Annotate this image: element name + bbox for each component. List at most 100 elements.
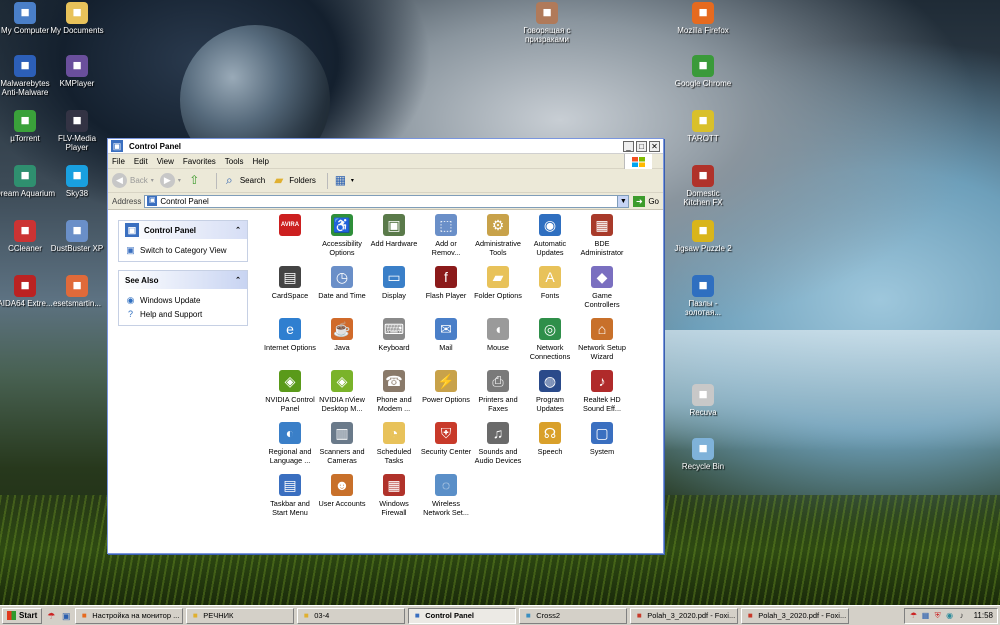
control-panel-item[interactable]: A Fonts [524, 266, 576, 300]
back-button[interactable]: ◀ Back ▾ [112, 173, 154, 188]
control-panel-item[interactable]: ◔ Scheduled Tasks [368, 422, 420, 465]
control-panel-item[interactable]: ◉ Automatic Updates [524, 214, 576, 257]
security-tray-icon[interactable]: ⛨ [933, 611, 943, 621]
search-button[interactable]: ⌕ Search [222, 173, 265, 188]
go-button[interactable]: ➜ Go [633, 195, 659, 207]
control-panel-item[interactable]: ▢ System [576, 422, 628, 456]
switch-view-link[interactable]: ▣ Switch to Category View [125, 243, 241, 257]
control-panel-item[interactable]: ◎ Network Connections [524, 318, 576, 361]
desktop-icon[interactable]: ■ esetsmartin... [46, 275, 108, 308]
control-panel-item[interactable]: ◍ Program Updates [524, 370, 576, 413]
close-button[interactable]: ✕ [649, 140, 660, 152]
address-field[interactable]: ▣ Control Panel ▼ [144, 194, 630, 208]
see-also-header[interactable]: See Also ⌃ [119, 271, 247, 289]
control-panel-item[interactable]: ✉ Mail [420, 318, 472, 352]
avira-tray-icon[interactable]: ☂ [909, 611, 919, 621]
control-panel-item[interactable]: ♫ Sounds and Audio Devices [472, 422, 524, 465]
desktop-icon[interactable]: ■ FLV-Media Player [46, 110, 108, 152]
control-panel-item[interactable]: ⚡ Power Options [420, 370, 472, 404]
control-panel-item[interactable]: ◌ Wireless Network Set... [420, 474, 472, 517]
control-panel-item[interactable]: ♿ Accessibility Options [316, 214, 368, 257]
desktop-icon[interactable]: ■ Mozilla Firefox [672, 2, 734, 35]
control-panel-item[interactable]: ◖ Mouse [472, 318, 524, 352]
desktop-icon[interactable]: ■ Jigsaw Puzzle 2 [672, 220, 734, 253]
desktop-icon[interactable]: ■ My Documents [46, 2, 108, 35]
desktop-icon[interactable]: ■ Говорящая с призраками [516, 2, 578, 44]
control-panel-item[interactable]: ▤ CardSpace [264, 266, 316, 300]
control-panel-item[interactable]: f Flash Player [420, 266, 472, 300]
control-panel-item[interactable]: ▭ Display [368, 266, 420, 300]
volume-tray-icon[interactable]: ♪ [957, 611, 967, 621]
control-panel-item[interactable]: ⛨ Security Center [420, 422, 472, 456]
control-panel-item[interactable]: ⚙ Administrative Tools [472, 214, 524, 257]
menu-help[interactable]: Help [252, 157, 268, 166]
control-panel-item[interactable]: ◐ Regional and Language ... [264, 422, 316, 465]
automatic-updates-icon: ◉ [539, 214, 561, 236]
control-panel-item[interactable]: ◈ NVIDIA nView Desktop M... [316, 370, 368, 413]
control-panel-item[interactable]: ▣ Add Hardware [368, 214, 420, 248]
control-panel-item[interactable]: ◈ NVIDIA Control Panel [264, 370, 316, 413]
menu-edit[interactable]: Edit [134, 157, 148, 166]
control-panel-item[interactable]: ⌨ Keyboard [368, 318, 420, 352]
taskbar-task[interactable]: ■ РЕЧНИК [186, 607, 295, 624]
taskbar-task[interactable]: ■ 03-4 [297, 607, 406, 624]
control-panel-item-label: User Accounts [318, 499, 366, 508]
control-panel-item[interactable]: ▦ BDE Administrator [576, 214, 628, 257]
window-titlebar[interactable]: ▣ Control Panel _ □ ✕ [108, 139, 663, 154]
taskbar-task[interactable]: ■ Control Panel [408, 607, 517, 624]
desktop-icon-label: FLV-Media Player [57, 134, 97, 152]
control-panel-item[interactable]: ♪ Realtek HD Sound Eff... [576, 370, 628, 413]
menu-view[interactable]: View [157, 157, 174, 166]
windows-update-link[interactable]: ◉ Windows Update [125, 293, 241, 307]
control-panel-item[interactable]: ☎ Phone and Modem ... [368, 370, 420, 413]
control-panel-section-header[interactable]: ▣ Control Panel ⌃ [119, 221, 247, 239]
taskbar-task[interactable]: ■ Polah_3_2020.pdf - Foxi... [630, 607, 739, 624]
taskbar-task-label: Cross2 [536, 611, 560, 620]
quicklaunch-avira-icon[interactable]: ☂ [45, 610, 57, 622]
up-folder-button[interactable]: ⇧ [187, 173, 205, 188]
desktop-icon[interactable]: ■ Recycle Bin [672, 438, 734, 471]
control-panel-item[interactable]: ☕ Java [316, 318, 368, 352]
control-panel-item[interactable]: ⬚ Add or Remov... [420, 214, 472, 257]
menu-favorites[interactable]: Favorites [183, 157, 216, 166]
taskbar-task[interactable]: ■ Cross2 [519, 607, 628, 624]
taskbar-task[interactable]: ■ Polah_3_2020.pdf - Foxi... [741, 607, 850, 624]
collapse-icon[interactable]: ⌃ [235, 276, 241, 284]
collapse-icon[interactable]: ⌃ [235, 226, 241, 234]
control-panel-item[interactable]: ⎙ Printers and Faxes [472, 370, 524, 413]
desktop-icon[interactable]: ■ Пазлы - золотая... [672, 275, 734, 317]
desktop-icon[interactable]: ■ Recuva [672, 384, 734, 417]
taskbar-task[interactable]: ■ Настройка на монитор ... [75, 607, 184, 624]
control-panel-item[interactable]: ◷ Date and Time [316, 266, 368, 300]
desktop-icon[interactable]: ■ KMPlayer [46, 55, 108, 88]
eset-tray-icon[interactable]: ◉ [945, 611, 955, 621]
views-button[interactable]: ▦ ▾ [333, 173, 354, 188]
desktop-icon[interactable]: ■ TAROTT [672, 110, 734, 143]
desktop-icon[interactable]: ■ DustBuster XP [46, 220, 108, 253]
desktop-icon[interactable]: ■ Domestic Kitchen FX [672, 165, 734, 207]
start-button[interactable]: Start [2, 607, 43, 624]
control-panel-item[interactable]: AVIRA [264, 214, 316, 239]
control-panel-item[interactable]: e Internet Options [264, 318, 316, 352]
desktop-icon[interactable]: ■ Sky38 [46, 165, 108, 198]
quicklaunch-show-desktop-icon[interactable]: ▣ [60, 610, 72, 622]
control-panel-item[interactable]: ▦ Windows Firewall [368, 474, 420, 517]
control-panel-item[interactable]: ◆ Game Controllers [576, 266, 628, 309]
control-panel-item[interactable]: ▰ Folder Options [472, 266, 524, 300]
minimize-button[interactable]: _ [623, 140, 634, 152]
control-panel-item[interactable]: ☻ User Accounts [316, 474, 368, 508]
menu-file[interactable]: File [112, 157, 125, 166]
control-panel-item[interactable]: ⌂ Network Setup Wizard [576, 318, 628, 361]
address-dropdown-icon[interactable]: ▼ [617, 195, 629, 207]
desktop-icon[interactable]: ■ Google Chrome [672, 55, 734, 88]
control-panel-item[interactable]: ▥ Scanners and Cameras [316, 422, 368, 465]
control-panel-item[interactable]: ▤ Taskbar and Start Menu [264, 474, 316, 517]
control-panel-item[interactable]: ☊ Speech [524, 422, 576, 456]
maximize-button[interactable]: □ [636, 140, 647, 152]
forward-button[interactable]: ▶ ▾ [159, 173, 181, 188]
help-support-link[interactable]: ? Help and Support [125, 307, 241, 321]
folders-button[interactable]: ▰ Folders [271, 173, 316, 188]
menu-tools[interactable]: Tools [225, 157, 244, 166]
up-folder-icon: ⇧ [189, 173, 200, 187]
network-tray-icon[interactable]: ▦ [921, 611, 931, 621]
